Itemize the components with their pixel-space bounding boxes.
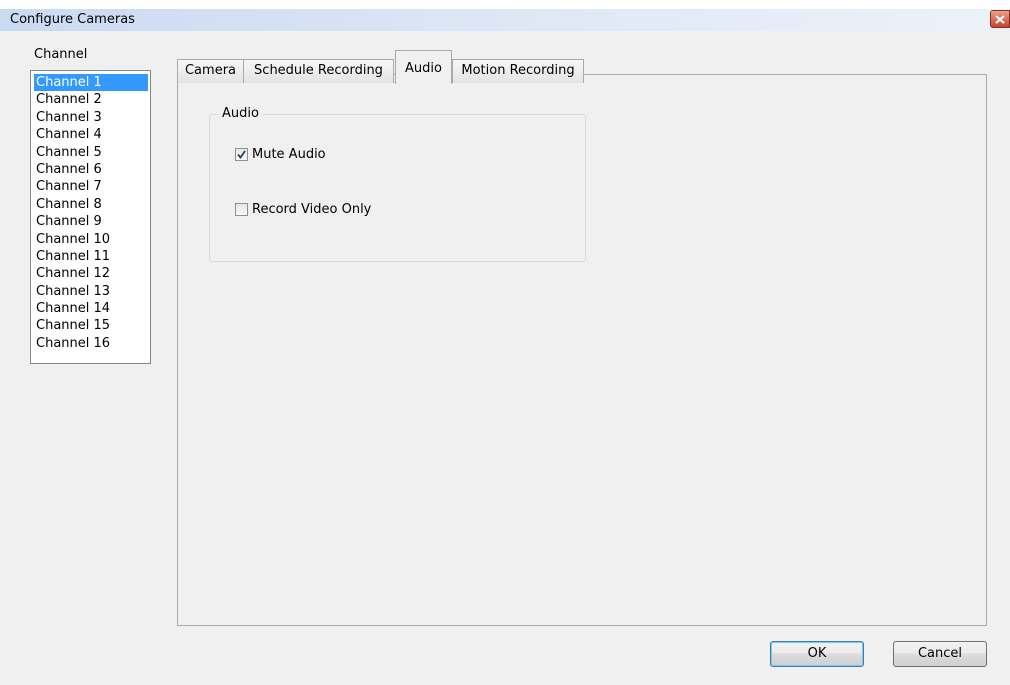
window-title: Configure Cameras bbox=[10, 12, 135, 27]
channel-item[interactable]: Channel 9 bbox=[34, 213, 148, 230]
close-icon bbox=[995, 14, 1005, 24]
tab-camera[interactable]: Camera bbox=[177, 59, 244, 83]
channel-item[interactable]: Channel 7 bbox=[34, 178, 148, 195]
channel-item[interactable]: Channel 8 bbox=[34, 196, 148, 213]
channel-item[interactable]: Channel 10 bbox=[34, 231, 148, 248]
channel-item[interactable]: Channel 15 bbox=[34, 317, 148, 334]
record-video-only-checkbox[interactable] bbox=[235, 203, 248, 216]
audio-tab-panel: Audio Mute Audio Record Video Only bbox=[177, 74, 987, 626]
tab-audio[interactable]: Audio bbox=[395, 50, 452, 84]
channel-item[interactable]: Channel 2 bbox=[34, 91, 148, 108]
channel-item[interactable]: Channel 14 bbox=[34, 300, 148, 317]
audio-group-title: Audio bbox=[218, 106, 263, 121]
cancel-button[interactable]: Cancel bbox=[893, 641, 987, 667]
mute-audio-label: Mute Audio bbox=[252, 147, 326, 162]
tab-schedule-recording[interactable]: Schedule Recording bbox=[243, 59, 394, 83]
audio-groupbox: Audio Mute Audio Record Video Only bbox=[209, 106, 586, 262]
configure-cameras-dialog: Configure Cameras Channel Channel 1 Chan… bbox=[0, 9, 1010, 685]
channel-item[interactable]: Channel 13 bbox=[34, 283, 148, 300]
channel-label: Channel bbox=[34, 47, 88, 62]
channel-item[interactable]: Channel 4 bbox=[34, 126, 148, 143]
record-video-only-checkbox-row[interactable]: Record Video Only bbox=[235, 202, 371, 217]
channel-item[interactable]: Channel 16 bbox=[34, 335, 148, 352]
channel-list[interactable]: Channel 1 Channel 2 Channel 3 Channel 4 … bbox=[30, 70, 151, 364]
mute-audio-checkbox-row[interactable]: Mute Audio bbox=[235, 147, 326, 162]
channel-item[interactable]: Channel 11 bbox=[34, 248, 148, 265]
tab-motion-recording[interactable]: Motion Recording bbox=[452, 59, 584, 83]
channel-item[interactable]: Channel 12 bbox=[34, 265, 148, 282]
mute-audio-checkbox[interactable] bbox=[235, 148, 248, 161]
channel-item[interactable]: Channel 3 bbox=[34, 109, 148, 126]
close-button[interactable] bbox=[990, 10, 1010, 28]
channel-item[interactable]: Channel 6 bbox=[34, 161, 148, 178]
checkmark-icon bbox=[237, 150, 246, 159]
channel-item[interactable]: Channel 5 bbox=[34, 144, 148, 161]
ok-button[interactable]: OK bbox=[770, 641, 864, 667]
title-bar[interactable]: Configure Cameras bbox=[0, 9, 1010, 31]
channel-item[interactable]: Channel 1 bbox=[34, 74, 148, 92]
record-video-only-label: Record Video Only bbox=[252, 202, 372, 217]
